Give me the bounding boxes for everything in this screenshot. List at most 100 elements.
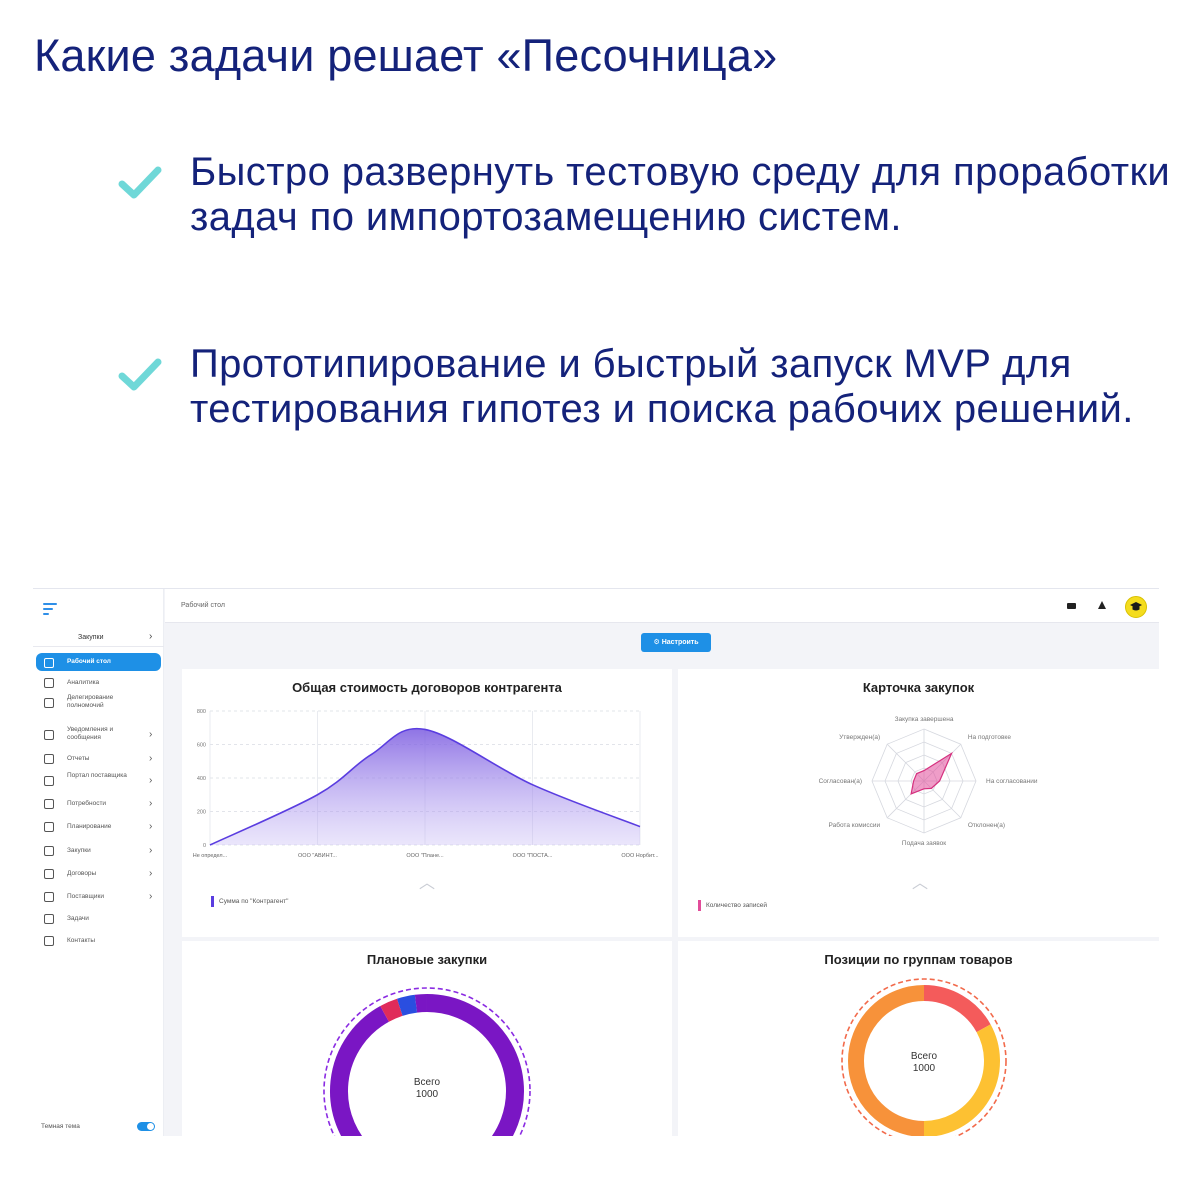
calendar-icon (44, 822, 54, 832)
legend-label: Сумма по "Контрагент" (219, 898, 289, 905)
chart-title: Общая стоимость договоров контрагента (292, 680, 562, 695)
dark-theme-toggle[interactable] (137, 1122, 155, 1131)
sidebar-item[interactable]: Потребности › (36, 794, 161, 814)
radar-axis-label: Закупка завершена (895, 716, 954, 723)
chart-card-product-groups: Позиции по группам товаров Всего 1000 (678, 941, 1159, 1136)
donut-center: Всего 1000 (678, 1051, 1159, 1075)
x-tick-label: ООО "ПОСТА... (513, 853, 553, 859)
y-tick-label: 800 (197, 709, 206, 715)
sidebar-item[interactable]: Рабочий стол (36, 653, 161, 671)
x-tick-label: ООО "АВИНТ... (298, 853, 337, 859)
dark-theme-label: Темная тема (41, 1123, 80, 1130)
task-icon (44, 914, 54, 924)
analytics-icon (44, 678, 54, 688)
mail-icon[interactable] (1067, 603, 1076, 609)
sidebar-item-label: Закупки (67, 847, 91, 854)
radar-axis-label: Работа комиссии (829, 821, 881, 829)
mail-icon (44, 730, 54, 740)
legend-swatch (698, 900, 701, 911)
chart-card-procurement: Карточка закупок Закупка завершена На под… (678, 669, 1159, 937)
y-tick-label: 400 (197, 776, 206, 782)
sidebar-item[interactable]: Планирование › (36, 817, 161, 837)
donut-center-total: 1000 (912, 1063, 936, 1074)
sidebar-item[interactable]: Аналитика (36, 673, 161, 693)
radar-axis-label: На подготовке (968, 734, 1011, 741)
chevron-right-icon: › (149, 891, 153, 902)
configure-button[interactable]: ⚙ Настроить (641, 633, 711, 652)
chevron-right-icon: › (149, 798, 153, 809)
bullet-text: Прототипирование и быстрый запуск MVP дл… (190, 342, 1134, 431)
donut-slice (414, 994, 428, 1013)
sidebar-item[interactable]: Делегирование полномочий (36, 693, 161, 713)
donut-slice (923, 985, 991, 1033)
report-icon (44, 754, 54, 764)
x-tick-label: ООО "Плане... (406, 853, 444, 859)
chevron-up-icon[interactable]: ︿ (419, 869, 435, 893)
chevron-right-icon: › (149, 845, 153, 856)
radar-axis-label: На согласовании (986, 778, 1038, 785)
sidebar-item-label: Аналитика (67, 679, 100, 686)
graduation-cap-icon (1130, 602, 1142, 611)
sidebar-item[interactable]: Уведомления и сообщения › (36, 725, 161, 745)
car-icon (44, 846, 54, 856)
sidebar-section-header[interactable]: Закупки › (33, 629, 164, 647)
sidebar-item-label: Портал поставщика (67, 772, 127, 779)
sidebar-item[interactable]: Задачи (36, 909, 161, 929)
slide-title: Какие задачи решает «Песочница» (34, 30, 778, 81)
contacts-icon (44, 936, 54, 946)
radar-axis-label: Отклонен(а) (968, 822, 1005, 829)
sidebar-item-label: Планирование (67, 823, 112, 830)
y-tick-label: 600 (197, 743, 206, 749)
sidebar-item[interactable]: Закупки › (36, 841, 161, 861)
sidebar-item-label: Делегирование полномочий (67, 694, 114, 709)
chevron-right-icon: › (149, 729, 153, 740)
sidebar-item[interactable]: Договоры › (36, 864, 161, 884)
sidebar-item[interactable]: Контакты (36, 931, 161, 951)
truck-icon (44, 776, 54, 786)
donut-slice (380, 998, 403, 1022)
sidebar: Закупки › Рабочий стол Аналитика Делегиров… (33, 589, 164, 1136)
document-icon (44, 869, 54, 879)
sidebar-item-label: Рабочий стол (67, 658, 111, 665)
sidebar-item[interactable]: Поставщики › (36, 887, 161, 907)
avatar[interactable] (1125, 596, 1147, 618)
topbar: Рабочий стол (165, 589, 1159, 623)
chevron-right-icon: › (149, 775, 153, 786)
chevron-up-icon[interactable]: ︿ (912, 869, 928, 893)
chevron-right-icon: › (149, 868, 153, 879)
donut-slice (923, 1024, 1000, 1136)
chart-card-contract-value: Общая стоимость договоров контрагента 0 2… (182, 669, 672, 937)
donut-center-label: Всего (910, 1051, 938, 1062)
x-tick-label: Не определ... (193, 853, 228, 859)
chart-card-planned-purchases: Плановые закупки Всего 1000 (182, 941, 672, 1136)
delegation-icon (44, 698, 54, 708)
donut-slice (397, 994, 418, 1016)
sidebar-item-label: Отчеты (67, 755, 90, 762)
sidebar-item-label: Задачи (67, 915, 89, 922)
radar-axis-label: Утвержден(а) (839, 734, 880, 741)
desktop-icon (44, 658, 54, 668)
checkmark-icon (118, 358, 162, 391)
bell-icon[interactable] (1098, 601, 1106, 609)
radar-chart: Закупка завершена На подготовке На согласо… (819, 716, 1038, 847)
settings-icon: ⚙ (653, 639, 662, 646)
donut-slice (330, 994, 524, 1136)
chart-title: Плановые закупки (366, 952, 488, 967)
menu-icon[interactable] (43, 603, 57, 615)
app-screenshot: Закупки › Рабочий стол Аналитика Делегиров… (33, 588, 1159, 1136)
area-fill (210, 728, 640, 845)
y-tick-label: 200 (197, 810, 206, 816)
sidebar-item[interactable]: Портал поставщика › (36, 771, 161, 791)
sidebar-section-label: Закупки (78, 634, 104, 641)
radar-axis-label: Подача заявок (902, 840, 946, 847)
sidebar-item[interactable]: Отчеты › (36, 749, 161, 769)
sidebar-item-label: Договоры (67, 870, 97, 877)
chevron-right-icon: › (149, 631, 153, 642)
cart-icon (44, 799, 54, 809)
donut-center-total: 1000 (415, 1089, 439, 1100)
sidebar-item-label: Поставщики (67, 893, 104, 900)
chart-title: Карточка закупок (862, 680, 975, 695)
radar-axis-label: Согласован(а) (819, 778, 862, 785)
configure-button-label: Настроить (661, 639, 699, 646)
donut-center-label: Всего (413, 1077, 441, 1088)
